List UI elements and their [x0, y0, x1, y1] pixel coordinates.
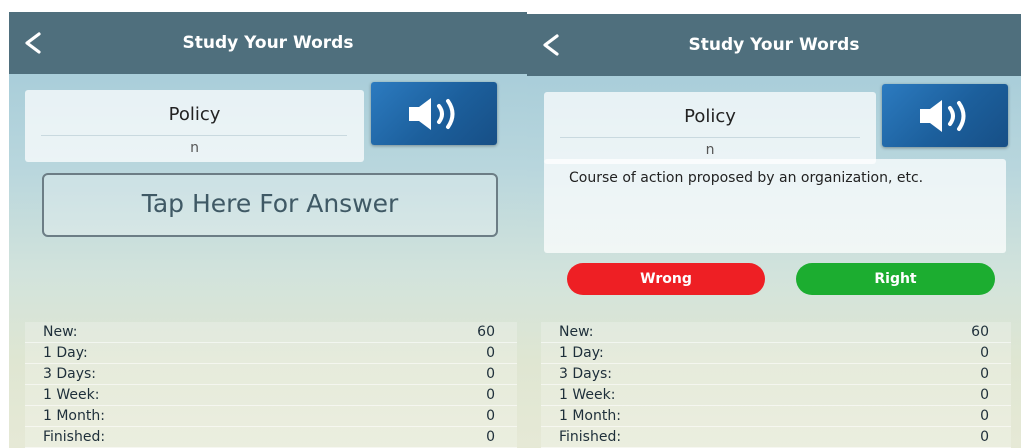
stat-row-finished: Finished: 0 — [25, 427, 517, 448]
stat-value: 0 — [486, 408, 495, 424]
stat-row-1-week: 1 Week: 0 — [541, 385, 1011, 406]
definition-text: Course of action proposed by an organiza… — [569, 170, 924, 186]
word-card: Policy n — [25, 90, 364, 162]
stat-label: 1 Day: — [43, 345, 88, 361]
stat-label: Finished: — [43, 429, 106, 445]
screen-answer: Study Your Words Policy n Course of acti… — [527, 14, 1021, 448]
part-of-speech: n — [190, 140, 199, 156]
word-card: Policy n — [544, 92, 876, 164]
review-stats: New: 60 1 Day: 0 3 Days: 0 1 Week: 0 1 M… — [25, 322, 517, 448]
speaker-icon — [409, 98, 455, 130]
stat-value: 0 — [486, 429, 495, 445]
app-header: Study Your Words — [9, 12, 527, 74]
stat-label: 3 Days: — [43, 366, 97, 382]
right-button[interactable]: Right — [796, 263, 995, 295]
stat-value: 60 — [477, 324, 495, 340]
part-of-speech: n — [705, 142, 715, 158]
app-header: Study Your Words — [527, 14, 1021, 76]
word-text: Policy — [684, 106, 736, 127]
stat-value: 0 — [980, 366, 989, 382]
stat-value: 0 — [486, 366, 495, 382]
wrong-button[interactable]: Wrong — [567, 263, 765, 295]
page-title: Study Your Words — [688, 35, 860, 55]
stat-label: New: — [43, 324, 78, 340]
tap-for-answer-button[interactable]: Tap Here For Answer — [42, 173, 498, 237]
stat-value: 0 — [980, 345, 989, 361]
stat-row-new: New: 60 — [541, 322, 1011, 343]
stat-label: Finished: — [559, 429, 622, 445]
stat-label: 1 Week: — [43, 387, 100, 403]
stat-label: 1 Week: — [559, 387, 616, 403]
stat-value: 0 — [980, 429, 989, 445]
definition-box: Course of action proposed by an organiza… — [544, 159, 1006, 253]
word-text: Policy — [168, 104, 221, 125]
stat-row-3-days: 3 Days: 0 — [25, 364, 517, 385]
review-stats: New: 60 1 Day: 0 3 Days: 0 1 Week: 0 1 M… — [541, 322, 1011, 448]
stat-value: 0 — [486, 387, 495, 403]
stat-row-finished: Finished: 0 — [541, 427, 1011, 448]
stat-label: New: — [559, 324, 594, 340]
stat-row-3-days: 3 Days: 0 — [541, 364, 1011, 385]
word-divider — [560, 137, 860, 138]
stat-row-1-week: 1 Week: 0 — [25, 385, 517, 406]
stat-row-new: New: 60 — [25, 322, 517, 343]
stat-row-1-month: 1 Month: 0 — [541, 406, 1011, 427]
stat-value: 0 — [486, 345, 495, 361]
stat-label: 3 Days: — [559, 366, 613, 382]
stat-row-1-day: 1 Day: 0 — [541, 343, 1011, 364]
screen-question: Study Your Words Policy n Tap Here For A… — [9, 12, 527, 448]
stat-row-1-day: 1 Day: 0 — [25, 343, 517, 364]
play-audio-button[interactable] — [882, 84, 1008, 147]
page-title: Study Your Words — [182, 33, 354, 53]
play-audio-button[interactable] — [371, 82, 497, 145]
stat-label: 1 Month: — [43, 408, 105, 424]
stat-label: 1 Day: — [559, 345, 604, 361]
stat-label: 1 Month: — [559, 408, 621, 424]
stat-value: 0 — [980, 408, 989, 424]
stat-row-1-month: 1 Month: 0 — [25, 406, 517, 427]
stat-value: 0 — [980, 387, 989, 403]
word-divider — [41, 135, 347, 136]
stat-value: 60 — [971, 324, 989, 340]
speaker-icon — [920, 100, 966, 132]
